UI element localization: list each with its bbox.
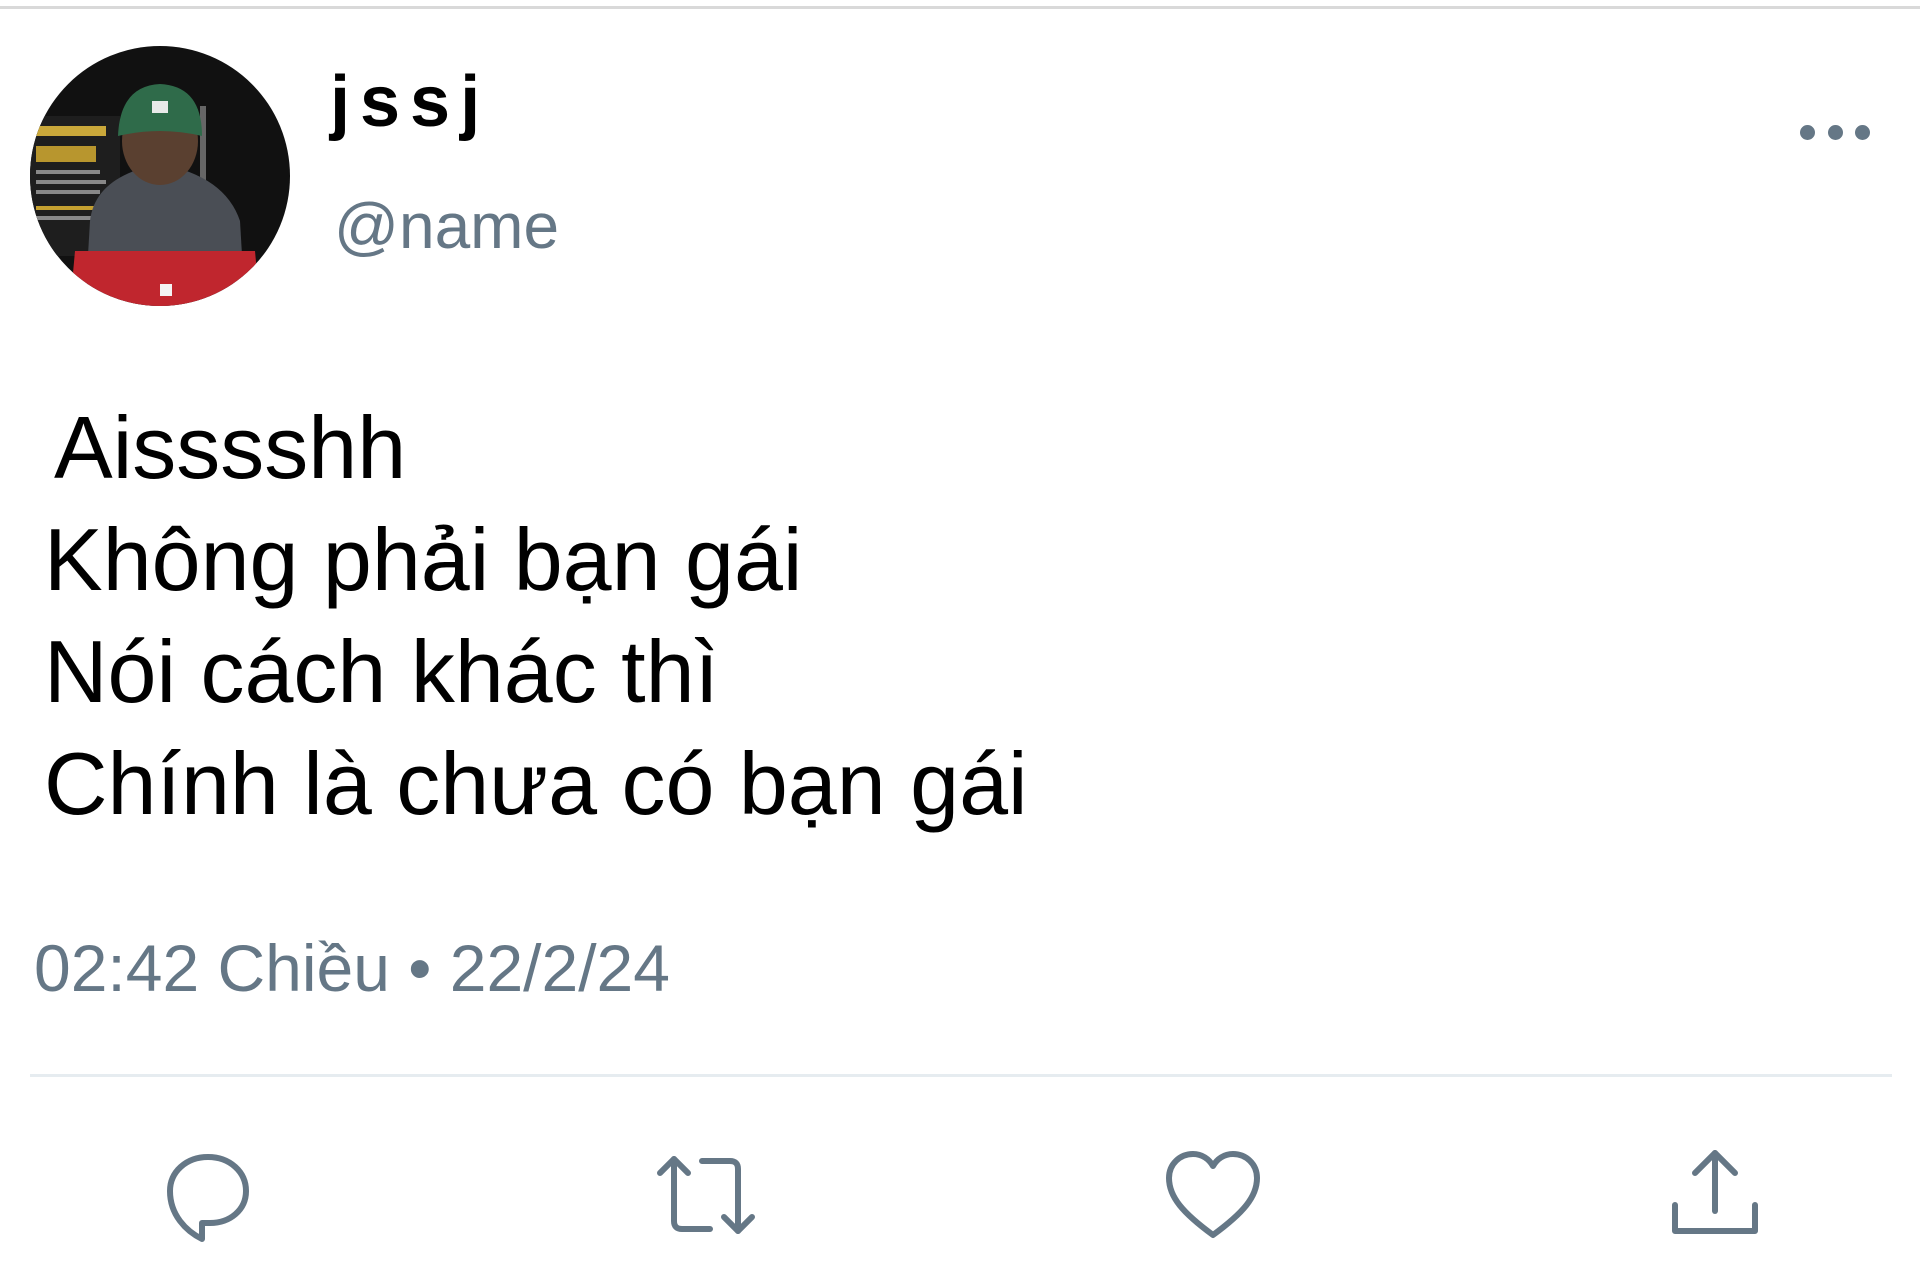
tweet-text: Aisssshh Không phải bạn gái Nói cách khá… xyxy=(44,392,1028,840)
heart-icon xyxy=(1166,1151,1260,1238)
avatar[interactable] xyxy=(30,46,290,306)
display-name[interactable]: jssj xyxy=(330,66,490,138)
timestamp-separator: • xyxy=(408,931,432,1005)
more-dot xyxy=(1855,124,1870,140)
tweet-line: Nói cách khác thì xyxy=(44,622,719,721)
tweet-line: Chính là chưa có bạn gái xyxy=(44,734,1028,833)
tweet-date: 22/2/24 xyxy=(449,931,670,1005)
retweet-button[interactable] xyxy=(656,1145,756,1245)
user-handle[interactable]: @name xyxy=(334,194,559,258)
like-button[interactable] xyxy=(1163,1145,1263,1245)
more-options-button[interactable] xyxy=(1800,112,1870,152)
action-divider xyxy=(30,1074,1892,1077)
reply-icon xyxy=(167,1154,249,1242)
reply-button[interactable] xyxy=(158,1145,258,1245)
tweet-time: 02:42 Chiều xyxy=(34,931,390,1005)
tweet-line: Aisssshh xyxy=(54,398,407,497)
share-icon xyxy=(1672,1150,1758,1234)
top-divider xyxy=(0,6,1920,9)
share-button[interactable] xyxy=(1665,1145,1765,1245)
more-dot xyxy=(1827,124,1843,140)
tweet-line: Không phải bạn gái xyxy=(44,510,803,609)
tweet-timestamp[interactable]: 02:42 Chiều • 22/2/24 xyxy=(34,935,670,1001)
more-horizontal-icon xyxy=(1800,124,1815,140)
retweet-icon xyxy=(657,1156,755,1234)
